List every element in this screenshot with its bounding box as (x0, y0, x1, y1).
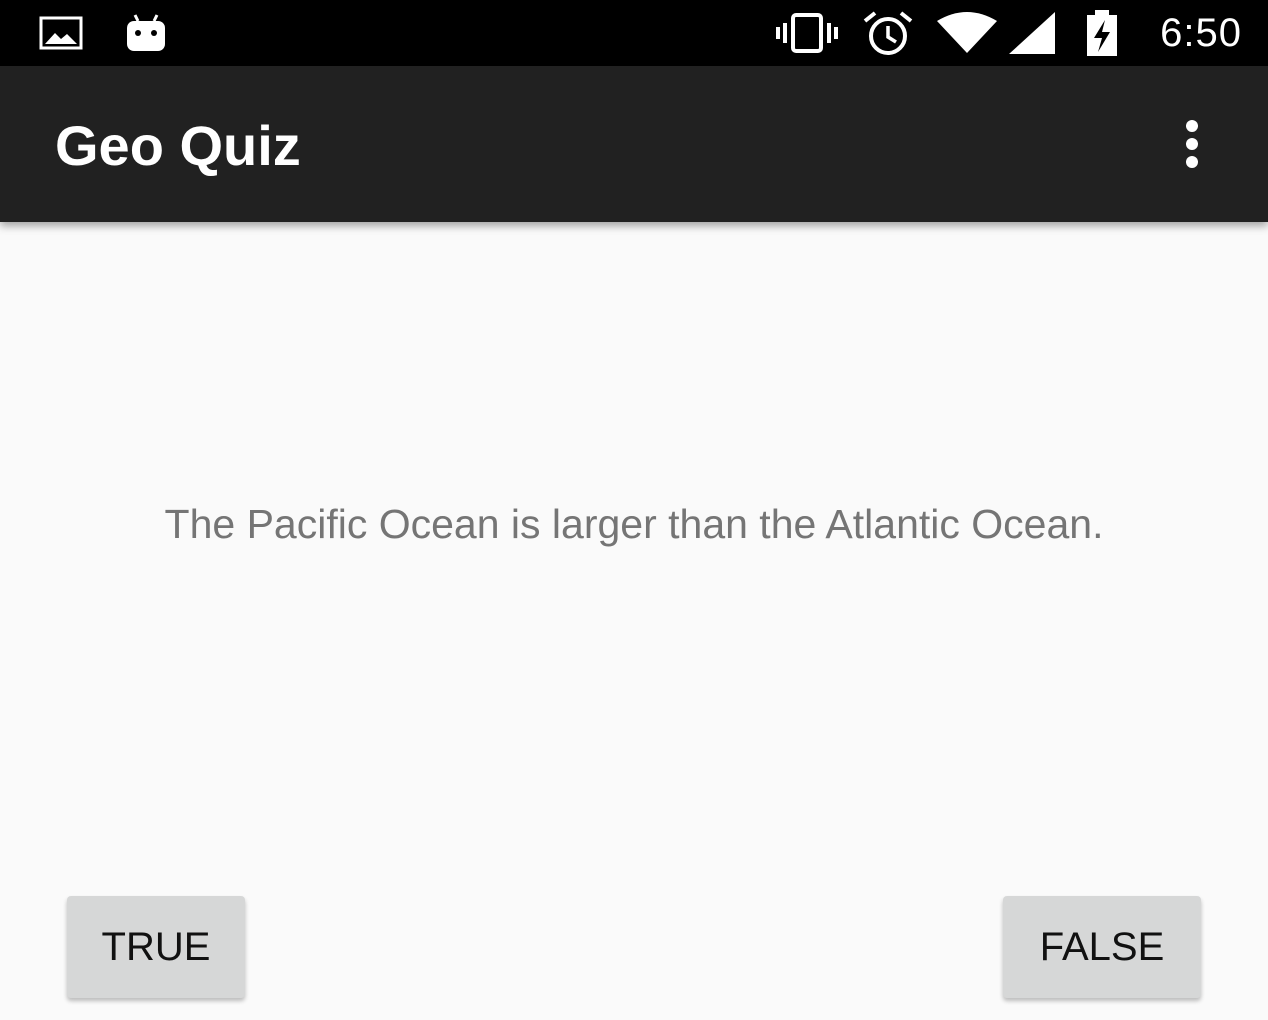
android-debug-icon (122, 0, 170, 66)
image-icon (38, 0, 84, 66)
cell-signal-icon (1004, 0, 1060, 66)
app-title: Geo Quiz (55, 114, 301, 177)
alarm-icon (860, 0, 916, 66)
more-vert-icon (1186, 120, 1198, 168)
overflow-menu-button[interactable] (1156, 104, 1228, 184)
quiz-screen: 6:50 Geo Quiz The Pacific Ocean is large… (0, 0, 1268, 1020)
wifi-icon (934, 0, 1000, 66)
status-bar: 6:50 (0, 0, 1268, 66)
vibrate-icon (772, 0, 842, 66)
app-bar: Geo Quiz (0, 66, 1268, 222)
question-text: The Pacific Ocean is larger than the Atl… (164, 501, 1104, 547)
battery-charging-icon (1080, 0, 1124, 66)
true-button[interactable]: TRUE (67, 896, 245, 998)
false-button[interactable]: FALSE (1003, 896, 1201, 998)
status-time: 6:50 (1160, 11, 1242, 55)
